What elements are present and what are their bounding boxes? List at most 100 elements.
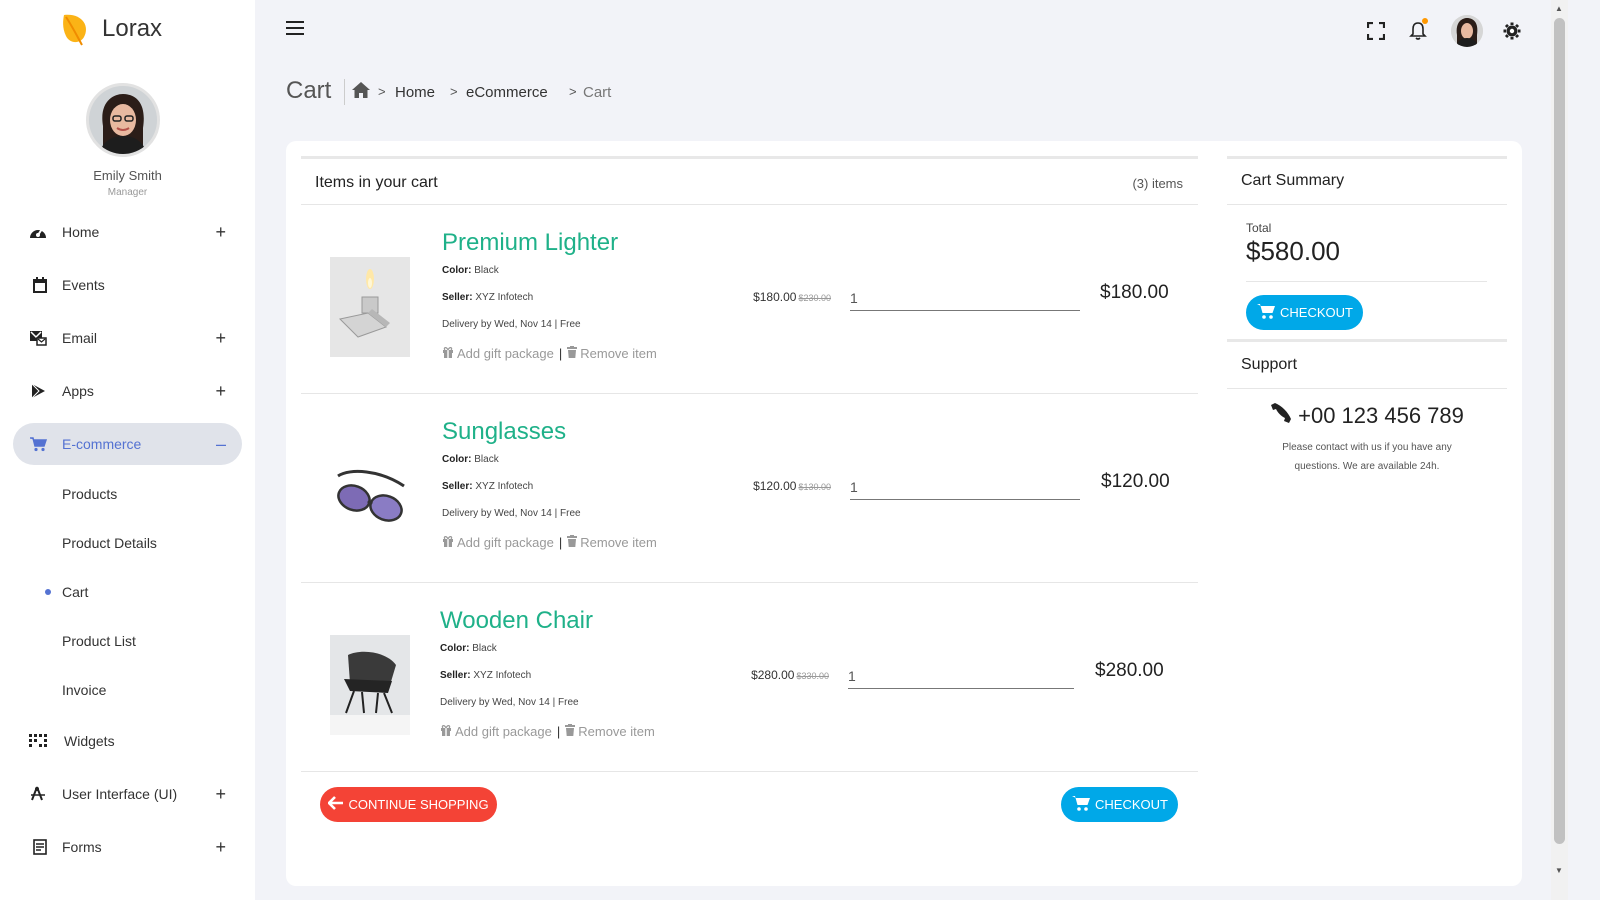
- profile-avatar[interactable]: [86, 83, 160, 157]
- unit-price: $280.00 $330.00: [739, 668, 829, 682]
- price-current: $180.00: [753, 290, 797, 304]
- nav-item-ui[interactable]: User Interface (UI) +: [13, 774, 242, 814]
- remove-item-link[interactable]: Remove item: [580, 346, 657, 361]
- breadcrumb-cart: Cart: [583, 84, 612, 101]
- nav-item-home[interactable]: Home +: [13, 212, 242, 252]
- item-actions: Add gift package | Remove item: [442, 346, 657, 361]
- subnav-products[interactable]: Products: [62, 486, 117, 502]
- quantity-input[interactable]: [850, 285, 1080, 311]
- add-gift-link[interactable]: Add gift package: [455, 724, 552, 739]
- cart-title: Items in your cart: [315, 174, 438, 191]
- form-icon: [30, 837, 50, 857]
- gear-icon[interactable]: [1499, 18, 1525, 44]
- app-name: Lorax: [102, 15, 163, 42]
- seller-label: Seller:: [442, 481, 473, 492]
- price-current: $280.00: [751, 668, 795, 682]
- unit-price: $180.00 $230.00: [745, 290, 831, 304]
- breadcrumb-chevron-icon: >: [569, 84, 577, 99]
- gift-icon: [440, 724, 452, 739]
- nav-item-forms[interactable]: Forms +: [13, 827, 242, 867]
- color-label: Color:: [442, 265, 472, 276]
- breadcrumb-home[interactable]: Home: [395, 84, 435, 101]
- add-gift-link[interactable]: Add gift package: [457, 535, 554, 550]
- summary-checkout-button[interactable]: Checkout: [1246, 295, 1363, 330]
- product-delivery: Delivery by Wed, Nov 14 | Free: [442, 508, 581, 519]
- nav-label-ecommerce: E-commerce: [62, 436, 142, 452]
- product-color: Color: Black: [442, 265, 499, 276]
- widgets-icon: [28, 731, 48, 751]
- cart-icon: [1071, 794, 1091, 815]
- seller-label: Seller:: [442, 292, 473, 303]
- product-name[interactable]: Sunglasses: [442, 418, 566, 446]
- cart-count: (3) items: [1132, 176, 1183, 191]
- product-name[interactable]: Wooden Chair: [440, 607, 593, 635]
- pen-tool-icon: [28, 784, 48, 804]
- expand-icon[interactable]: +: [215, 837, 226, 858]
- nav-item-events[interactable]: Events: [13, 265, 242, 305]
- cart-icon: [1256, 302, 1276, 323]
- remove-item-link[interactable]: Remove item: [580, 535, 657, 550]
- page-scrollbar[interactable]: ▲ ▼: [1551, 0, 1568, 900]
- expand-icon[interactable]: +: [215, 381, 226, 402]
- menu-icon[interactable]: [286, 21, 304, 35]
- continue-shopping-label: Continue shopping: [348, 797, 489, 812]
- support-text: Please contact with us if you have any q…: [1282, 442, 1452, 472]
- subnav-product-list[interactable]: Product List: [62, 633, 136, 649]
- dashboard-icon: [28, 222, 48, 242]
- nav-item-ecommerce[interactable]: E-commerce –: [13, 423, 242, 465]
- email-icon: [28, 328, 48, 348]
- checkout-label: Checkout: [1280, 305, 1353, 320]
- gift-icon: [442, 535, 454, 550]
- expand-icon[interactable]: +: [215, 328, 226, 349]
- collapse-icon[interactable]: –: [216, 434, 226, 455]
- breadcrumb-chevron-icon: >: [378, 84, 386, 99]
- product-image[interactable]: [330, 446, 410, 546]
- scroll-down-icon[interactable]: ▼: [1555, 866, 1563, 875]
- home-icon[interactable]: [351, 81, 371, 104]
- expand-icon[interactable]: +: [215, 784, 226, 805]
- phone-number: +00 123 456 789: [1298, 403, 1464, 428]
- trash-icon: [567, 346, 578, 361]
- nav-item-widgets[interactable]: Widgets: [13, 721, 242, 761]
- line-total: $280.00: [1095, 660, 1164, 681]
- nav-label-home: Home: [62, 224, 100, 240]
- quantity-input[interactable]: [848, 663, 1074, 689]
- bell-icon[interactable]: [1405, 18, 1431, 44]
- scroll-up-icon[interactable]: ▲: [1555, 4, 1563, 13]
- cart-item: Premium Lighter Color: Black Seller: XYZ…: [301, 205, 1198, 394]
- support-title: Support: [1241, 356, 1298, 373]
- product-color: Color: Black: [442, 454, 499, 465]
- separator: |: [558, 346, 563, 361]
- checkout-button[interactable]: Checkout: [1061, 787, 1178, 822]
- color-label: Color:: [440, 643, 470, 654]
- nav-label-forms: Forms: [62, 839, 102, 855]
- calendar-icon: [30, 275, 50, 295]
- divider: [1227, 204, 1507, 205]
- subnav-product-details[interactable]: Product Details: [62, 535, 157, 551]
- add-gift-link[interactable]: Add gift package: [457, 346, 554, 361]
- checkout-label: Checkout: [1095, 797, 1168, 812]
- scrollbar-thumb[interactable]: [1554, 18, 1565, 844]
- item-actions: Add gift package | Remove item: [442, 535, 657, 550]
- user-avatar[interactable]: [1451, 15, 1483, 47]
- app-logo[interactable]: Lorax: [60, 12, 162, 46]
- nav-item-email[interactable]: Email +: [13, 318, 242, 358]
- support-phone[interactable]: +00 123 456 789: [1227, 402, 1507, 430]
- subnav-invoice[interactable]: Invoice: [62, 682, 106, 698]
- color-value: Black: [472, 643, 497, 654]
- nav-item-apps[interactable]: Apps +: [13, 371, 242, 411]
- breadcrumb-ecommerce[interactable]: eCommerce: [466, 84, 548, 101]
- cart-summary-panel: [1227, 156, 1507, 159]
- quantity-input[interactable]: [850, 474, 1080, 500]
- expand-icon[interactable]: +: [215, 222, 226, 243]
- continue-shopping-button[interactable]: Continue shopping: [320, 787, 497, 822]
- remove-item-link[interactable]: Remove item: [578, 724, 655, 739]
- fullscreen-icon[interactable]: [1363, 18, 1389, 44]
- product-image[interactable]: [330, 635, 410, 735]
- divider: [1227, 339, 1507, 342]
- cart-summary-title: Cart Summary: [1241, 172, 1345, 189]
- subnav-cart[interactable]: Cart: [62, 584, 88, 600]
- product-image[interactable]: [330, 257, 410, 357]
- product-name[interactable]: Premium Lighter: [442, 229, 618, 257]
- separator: |: [556, 724, 561, 739]
